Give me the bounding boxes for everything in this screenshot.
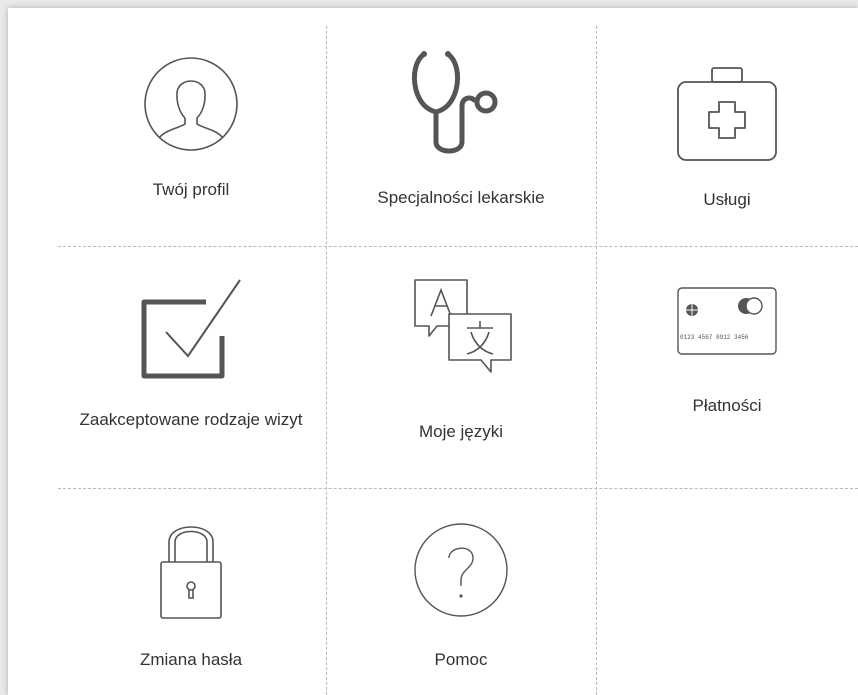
settings-grid: Twój profil Specjalności lekarskie Usług… xyxy=(8,26,858,695)
menu-item-label: Zmiana hasła xyxy=(139,650,243,669)
menu-item-label: Moje języki xyxy=(418,422,504,441)
padlock-icon xyxy=(160,526,222,619)
first-aid-kit-icon xyxy=(677,67,777,161)
menu-item-services[interactable]: Usługi xyxy=(596,26,858,246)
translate-icon xyxy=(414,279,512,373)
user-avatar-icon xyxy=(144,57,238,151)
stethoscope-icon xyxy=(411,51,498,154)
menu-item-specialties[interactable]: Specjalności lekarskie xyxy=(326,26,596,246)
menu-item-visit-types[interactable]: Zaakceptowane rodzaje wizyt xyxy=(56,246,326,488)
menu-item-label: Specjalności lekarskie xyxy=(377,188,545,207)
menu-item-payments[interactable]: 0123 4567 8912 3456 Płatności xyxy=(596,246,858,488)
menu-item-label: Twój profil xyxy=(152,180,230,199)
menu-item-label: Płatności xyxy=(692,396,762,415)
menu-item-profile[interactable]: Twój profil xyxy=(56,26,326,246)
menu-item-label: Zaakceptowane rodzaje wizyt xyxy=(79,410,303,429)
checkbox-checked-icon xyxy=(141,279,241,379)
menu-item-languages[interactable]: Moje języki xyxy=(326,246,596,488)
credit-card-icon xyxy=(677,287,777,355)
menu-item-password[interactable]: Zmiana hasła xyxy=(56,488,326,695)
menu-item-help[interactable]: Pomoc xyxy=(326,488,596,695)
menu-item-label: Pomoc xyxy=(434,650,488,669)
menu-item-label: Usługi xyxy=(703,190,751,209)
card-number-text: 0123 4567 8912 3456 xyxy=(680,334,749,341)
settings-panel: Twój profil Specjalności lekarskie Usług… xyxy=(8,8,858,695)
question-circle-icon xyxy=(414,523,508,617)
